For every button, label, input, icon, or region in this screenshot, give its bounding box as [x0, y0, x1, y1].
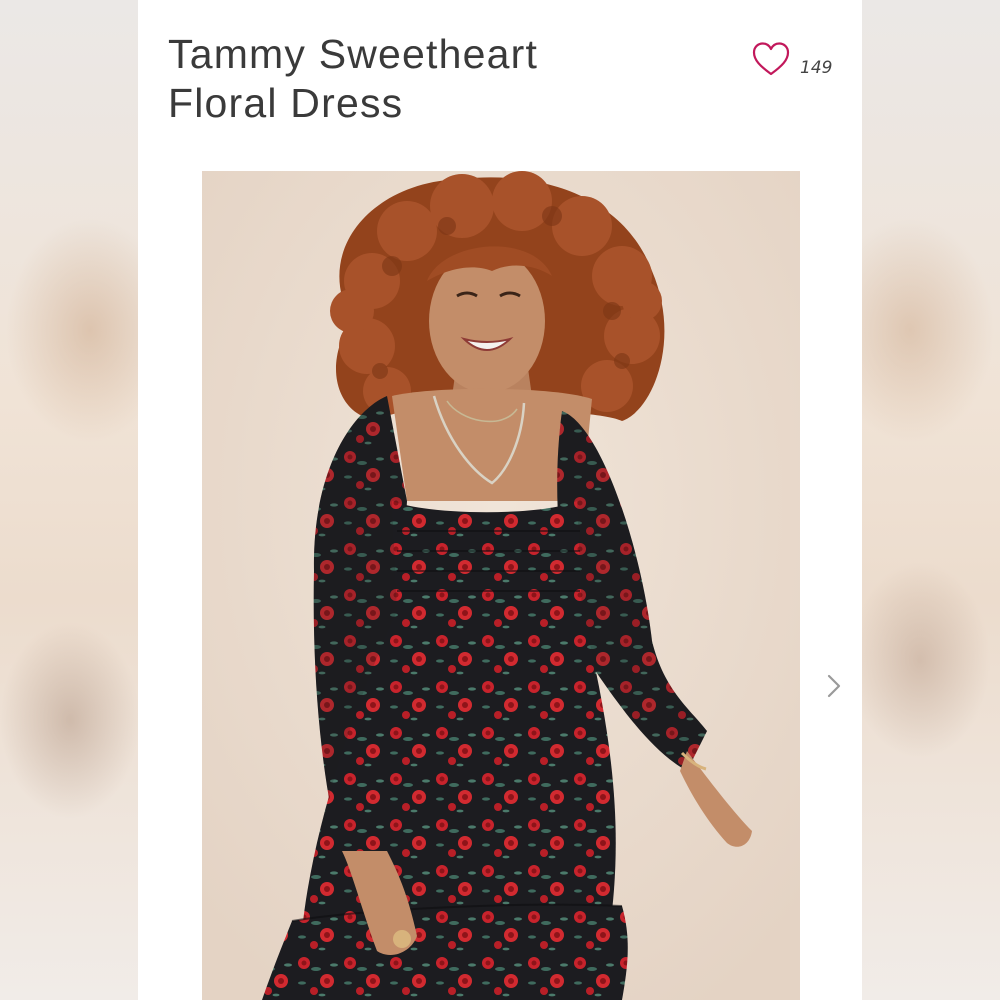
like-button[interactable]: 149: [752, 40, 832, 78]
blurred-background-right: [860, 0, 1000, 1000]
like-count: 149: [800, 58, 833, 78]
product-image[interactable]: [202, 171, 800, 1000]
product-title: Tammy Sweetheart Floral Dress: [168, 31, 539, 126]
product-photo-illustration: [202, 171, 800, 1000]
chevron-right-icon[interactable]: [822, 672, 846, 700]
product-card: Tammy Sweetheart Floral Dress 149: [138, 0, 862, 1000]
blurred-background-left: [0, 0, 140, 1000]
heart-outline-icon: [752, 42, 790, 76]
